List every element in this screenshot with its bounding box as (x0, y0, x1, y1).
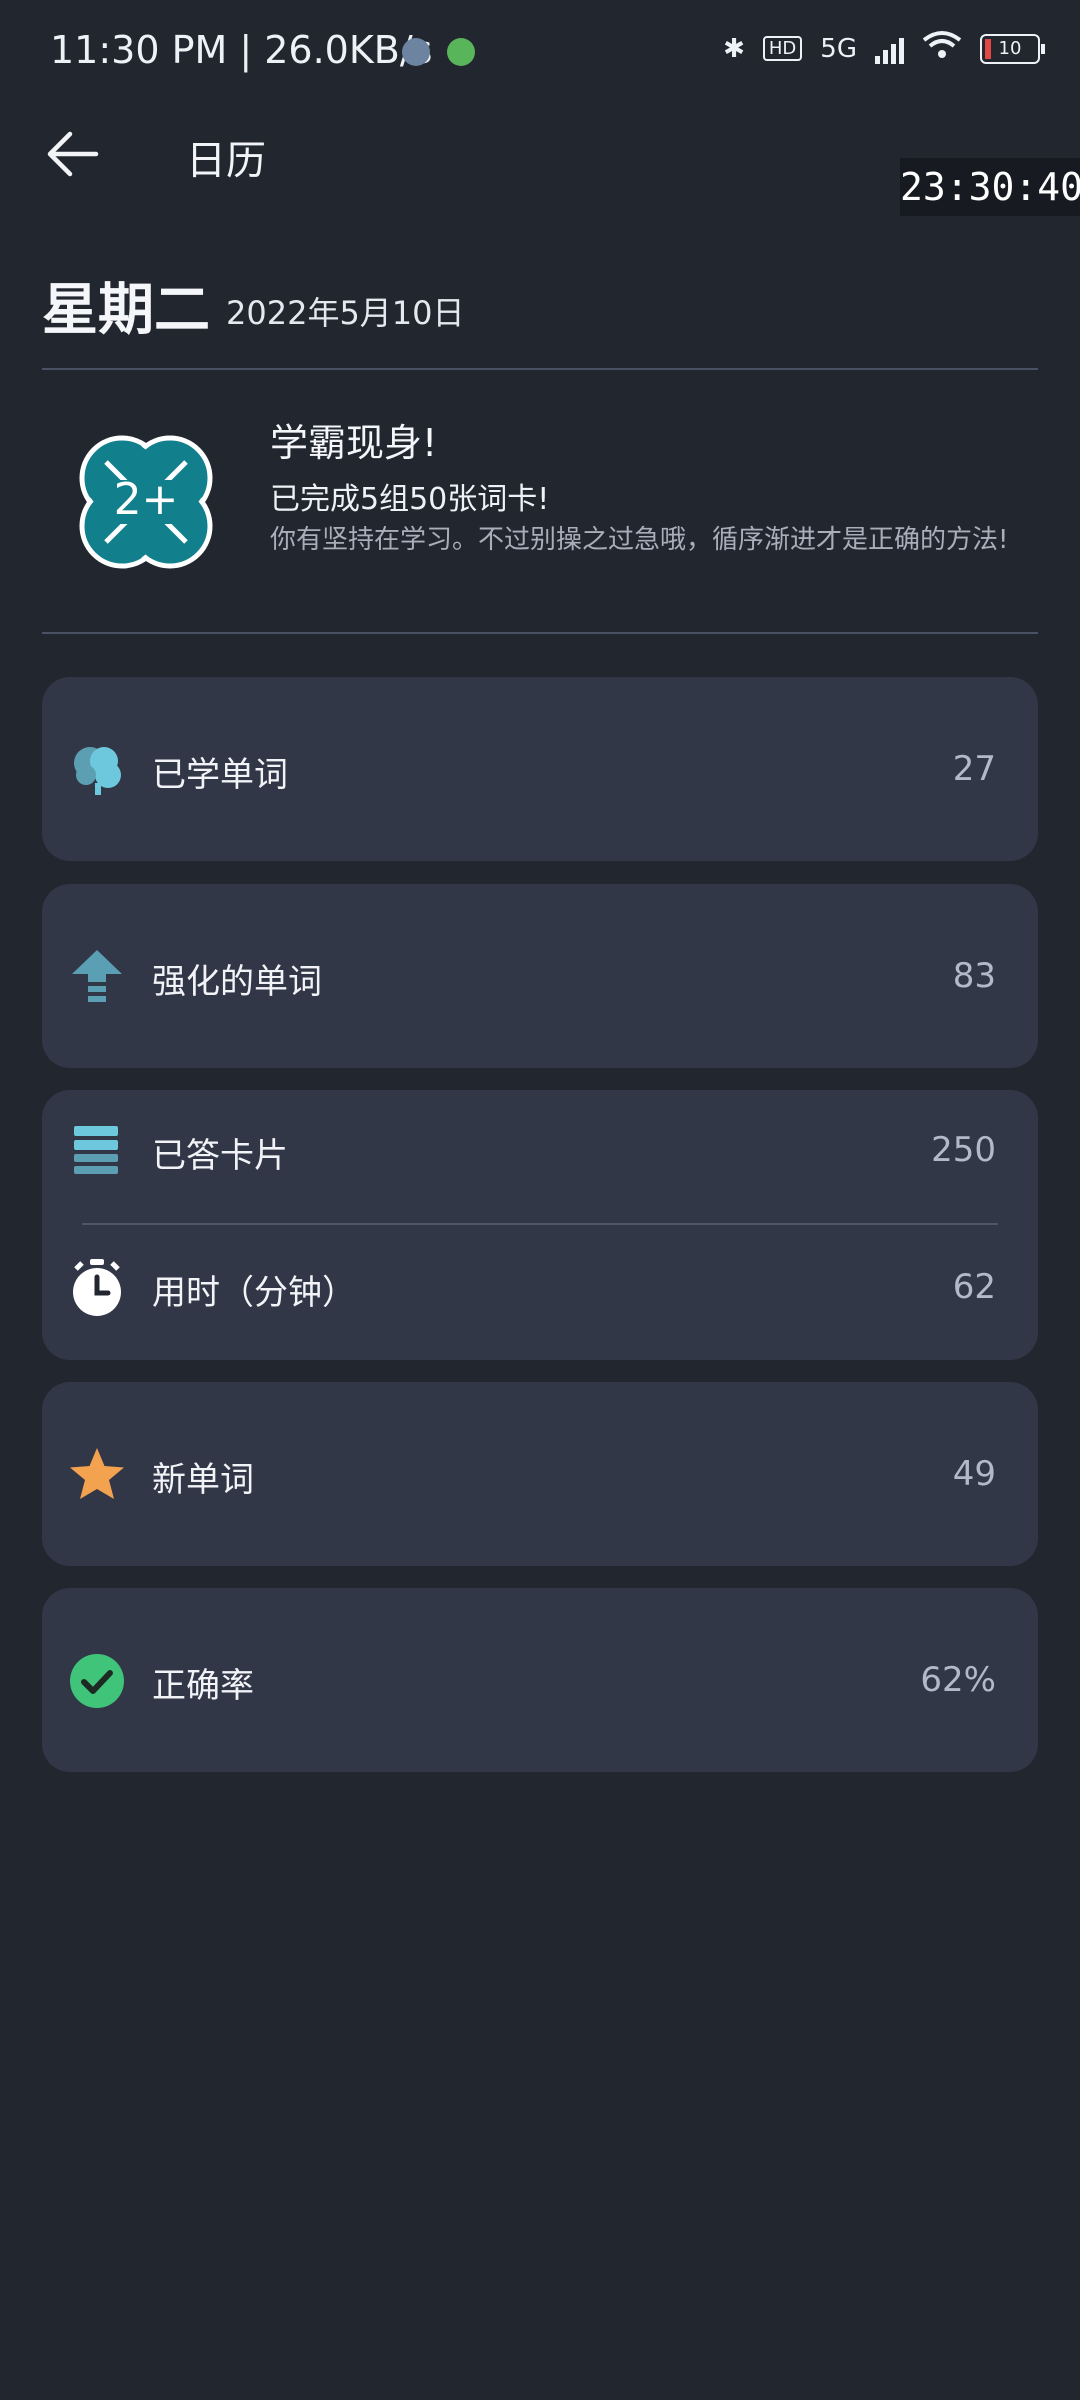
status-time: 11:30 PM | 26.0KB/s (50, 28, 433, 72)
signal-icon (875, 34, 904, 64)
stat-row-strengthened: 强化的单词 83 (42, 916, 1038, 1036)
stat-label: 已学单词 (152, 755, 288, 795)
weekday-label: 星期二 (42, 278, 210, 343)
clock-overlay: 23:30:40 (900, 158, 1080, 216)
date-label: 2022年5月10日 (226, 294, 465, 332)
brain-icon (68, 741, 126, 799)
stat-label: 强化的单词 (152, 962, 322, 1002)
back-arrow-icon[interactable] (42, 122, 106, 186)
stat-value: 83 (952, 956, 996, 996)
android-notification-icon (447, 38, 475, 66)
stat-value: 49 (952, 1454, 996, 1494)
settings-notification-icon (402, 38, 430, 66)
stat-row-learned: 已学单词 27 (42, 709, 1038, 829)
card-divider (82, 1223, 998, 1225)
achievement-title: 学霸现身! (270, 421, 438, 465)
stat-label: 新单词 (152, 1460, 254, 1500)
stat-row-accuracy: 正确率 62% (42, 1620, 1038, 1740)
new-words-card: 新单词 49 (42, 1382, 1038, 1566)
stat-value: 27 (952, 749, 996, 789)
stopwatch-icon (68, 1259, 126, 1317)
stat-value: 62 (952, 1267, 996, 1307)
cards-stack-icon (68, 1122, 126, 1180)
strengthened-words-card: 强化的单词 83 (42, 884, 1038, 1068)
wifi-icon (922, 30, 962, 67)
stat-label: 用时（分钟） (152, 1273, 356, 1313)
bluetooth-icon: ✱ (723, 33, 745, 64)
status-bar: 11:30 PM | 26.0KB/s ✱ HD 5G 10 (0, 0, 1080, 100)
stat-row-time: 用时（分钟） 62 (42, 1227, 1038, 1347)
header-divider (42, 368, 1038, 370)
page-title: 日历 (186, 138, 266, 184)
hd-icon: HD (762, 36, 803, 61)
status-icons: ✱ HD 5G 10 (723, 30, 1045, 67)
achievement-description: 你有坚持在学习。不过别操之过急哦，循序渐进才是正确的方法! (270, 525, 1009, 555)
accuracy-card: 正确率 62% (42, 1588, 1038, 1772)
badge-text: 2+ (113, 474, 179, 525)
stat-row-new-words: 新单词 49 (42, 1414, 1038, 1534)
achievement-badge-icon: 2+ (74, 430, 218, 574)
battery-level: 10 (998, 37, 1022, 59)
stat-row-answered: 已答卡片 250 (42, 1090, 1038, 1210)
answered-time-card: 已答卡片 250 用时（分钟） 62 (42, 1090, 1038, 1360)
achievement-divider (42, 632, 1038, 634)
battery-icon: 10 (980, 33, 1045, 64)
stat-label: 正确率 (152, 1666, 254, 1706)
stat-value: 250 (931, 1130, 996, 1170)
stat-label: 已答卡片 (152, 1136, 288, 1176)
achievement-subtitle: 已完成5组50张词卡! (270, 482, 550, 517)
network-label: 5G (820, 33, 857, 64)
learned-words-card: 已学单词 27 (42, 677, 1038, 861)
check-circle-icon (68, 1652, 126, 1710)
arrow-up-icon (68, 948, 126, 1006)
stat-value: 62% (920, 1660, 996, 1700)
star-icon (68, 1446, 126, 1504)
